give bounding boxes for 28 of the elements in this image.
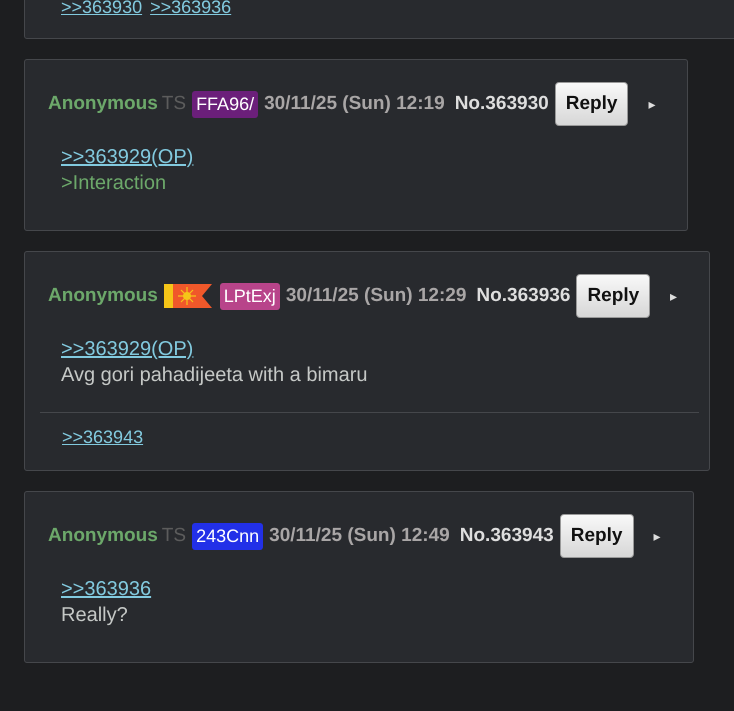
greentext-line: >Interaction [61, 171, 168, 196]
quote-link[interactable]: >>363929(OP) [61, 146, 194, 168]
quote-link[interactable]: >>363936 [61, 578, 152, 600]
post-date: 30/11/25 (Sun) 12:19 [264, 93, 445, 115]
post-number[interactable]: No.363936 [476, 285, 570, 307]
backlink[interactable]: >>363930 [61, 0, 142, 18]
poster-id: LPtExj [220, 282, 280, 310]
poster-id: 243Cnn [192, 522, 264, 550]
backlink[interactable]: >>363936 [150, 0, 232, 18]
post-text: Really? [61, 603, 129, 628]
poster-name: Anonymous [48, 525, 158, 547]
reply-button[interactable]: Reply [554, 82, 628, 126]
quote-link[interactable]: >>363929(OP) [61, 338, 194, 360]
post-number[interactable]: No.363943 [460, 525, 554, 547]
post-text: Avg gori pahadijeeta with a bimaru [61, 363, 368, 388]
reply-button[interactable]: Reply [576, 274, 650, 318]
menu-button[interactable]: ▸ [644, 96, 660, 112]
poster-id: FFA96/ [192, 90, 258, 118]
flag-icon [164, 284, 212, 308]
post-date: 30/11/25 (Sun) 12:49 [269, 525, 450, 547]
poster-name: Anonymous [48, 93, 158, 115]
menu-button[interactable]: ▸ [666, 288, 682, 304]
backlink[interactable]: >>363943 [62, 427, 144, 448]
post-number[interactable]: No.363930 [454, 93, 549, 115]
reply-button[interactable]: Reply [560, 514, 634, 558]
post-date: 30/11/25 (Sun) 12:29 [286, 285, 466, 307]
menu-button[interactable]: ▸ [650, 528, 664, 544]
poster-name: Anonymous [48, 285, 158, 307]
